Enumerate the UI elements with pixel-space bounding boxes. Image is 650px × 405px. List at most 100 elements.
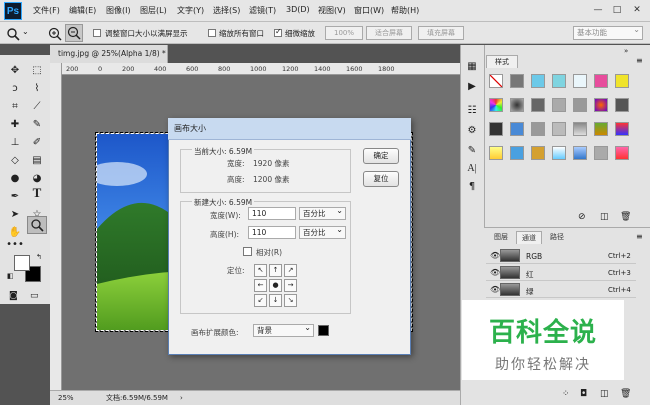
anchor-bottom[interactable]: ↓ — [269, 294, 282, 307]
style-swatch[interactable] — [573, 98, 587, 112]
paragraph-panel-icon[interactable]: ¶ — [465, 180, 479, 194]
save-selection-icon[interactable]: ◘ — [580, 389, 587, 399]
new-width-input[interactable]: 110 — [248, 207, 296, 220]
style-swatch[interactable] — [531, 98, 545, 112]
brush-tool-icon[interactable]: ✎ — [27, 116, 47, 133]
style-swatch[interactable] — [510, 98, 524, 112]
history-brush-icon[interactable]: ✐ — [27, 134, 47, 151]
style-swatch[interactable] — [552, 98, 566, 112]
style-swatch[interactable] — [531, 146, 545, 160]
foreground-color-swatch[interactable] — [14, 255, 30, 271]
width-unit-select[interactable]: 百分比 — [299, 205, 346, 220]
anchor-top-right[interactable]: ↗ — [284, 264, 297, 277]
style-swatch[interactable] — [489, 74, 503, 88]
menu-layer[interactable]: 图层(L) — [140, 5, 167, 16]
ok-button[interactable]: 确定 — [363, 148, 399, 164]
delete-style-icon[interactable]: 🗑 — [620, 212, 631, 222]
zoom-tool-icon[interactable] — [6, 27, 20, 41]
anchor-top[interactable]: ↑ — [269, 264, 282, 277]
tab-channels[interactable]: 通道 — [516, 231, 542, 244]
reset-button[interactable]: 复位 — [363, 171, 399, 187]
pen-tool-icon[interactable]: ✒ — [5, 188, 25, 205]
collapse-panel-icon[interactable]: » — [624, 47, 628, 55]
style-swatch[interactable] — [573, 146, 587, 160]
eye-icon[interactable]: 👁 — [490, 251, 500, 260]
adjustments-panel-icon[interactable]: ⚙ — [465, 124, 479, 138]
panel-menu-icon[interactable]: ≡ — [636, 56, 643, 65]
default-colors-icon[interactable]: ◧ — [7, 272, 14, 280]
gradient-tool-icon[interactable]: ▤ — [27, 152, 47, 169]
zoom-level[interactable]: 25% — [58, 391, 74, 405]
new-style-icon[interactable]: ◫ — [600, 212, 609, 222]
eyedropper-tool-icon[interactable]: ⟋ — [27, 98, 47, 115]
photoshop-logo[interactable]: Ps — [4, 2, 22, 20]
style-swatch[interactable] — [510, 122, 524, 136]
anchor-bottom-left[interactable]: ↙ — [254, 294, 267, 307]
style-swatch[interactable] — [615, 98, 629, 112]
style-swatch[interactable] — [552, 74, 566, 88]
character-panel-icon[interactable]: A| — [465, 162, 479, 176]
actions-panel-icon[interactable]: ▶ — [465, 80, 479, 94]
menu-edit[interactable]: 编辑(E) — [69, 5, 96, 16]
move-tool-icon[interactable]: ✥ — [5, 62, 25, 79]
style-swatch[interactable] — [594, 74, 608, 88]
height-unit-select[interactable]: 百分比 — [299, 224, 346, 239]
style-swatch[interactable] — [615, 122, 629, 136]
menu-type[interactable]: 文字(Y) — [177, 5, 204, 16]
zoom-all-checkbox[interactable] — [208, 29, 216, 37]
close-window-button[interactable]: ✕ — [630, 4, 644, 16]
scrubby-zoom-checkbox[interactable] — [274, 27, 282, 37]
styles-tab[interactable]: 样式 — [486, 55, 518, 68]
blur-tool-icon[interactable]: ● — [5, 170, 25, 187]
menu-help[interactable]: 帮助(H) — [391, 5, 419, 16]
properties-panel-icon[interactable]: ☷ — [465, 104, 479, 118]
marquee-tool-icon[interactable]: ⬚ — [27, 62, 47, 79]
quick-mask-icon[interactable]: ◙ — [9, 291, 18, 301]
crop-tool-icon[interactable]: ⌗ — [5, 98, 25, 115]
maximize-button[interactable]: □ — [610, 4, 624, 16]
workspace-select[interactable]: 基本功能 — [573, 24, 643, 40]
tool-preset-chevron-icon[interactable]: ⌄ — [22, 27, 29, 36]
style-swatch[interactable] — [594, 146, 608, 160]
menu-window[interactable]: 窗口(W) — [354, 5, 384, 16]
delete-channel-icon[interactable]: 🗑 — [620, 389, 631, 399]
zoom-out-button[interactable] — [65, 24, 83, 42]
eye-icon[interactable]: 👁 — [490, 268, 500, 277]
brush-panel-icon[interactable]: ✎ — [465, 144, 479, 158]
tab-layers[interactable]: 图层 — [488, 231, 514, 244]
menu-filter[interactable]: 滤镜(T) — [249, 5, 276, 16]
style-swatch[interactable] — [594, 98, 608, 112]
resize-windows-checkbox[interactable] — [93, 29, 101, 37]
history-panel-icon[interactable]: ▦ — [465, 60, 479, 74]
relative-checkbox[interactable] — [243, 247, 252, 256]
quick-select-tool-icon[interactable]: ⌇ — [27, 80, 47, 97]
style-swatch[interactable] — [510, 146, 524, 160]
tab-paths[interactable]: 路径 — [544, 231, 570, 244]
more-tools-icon[interactable]: ••• — [5, 236, 25, 253]
no-style-icon[interactable]: ⊘ — [578, 212, 586, 222]
healing-brush-icon[interactable]: ✚ — [5, 116, 25, 133]
style-swatch[interactable] — [615, 74, 629, 88]
anchor-center[interactable]: ● — [269, 279, 282, 292]
style-swatch[interactable] — [510, 74, 524, 88]
status-menu-icon[interactable]: › — [180, 391, 183, 405]
menu-select[interactable]: 选择(S) — [213, 5, 240, 16]
style-swatch[interactable] — [615, 146, 629, 160]
eraser-tool-icon[interactable]: ◇ — [5, 152, 25, 169]
lasso-tool-icon[interactable]: ↄ — [5, 80, 25, 97]
new-height-input[interactable]: 110 — [248, 226, 296, 239]
style-swatch[interactable] — [552, 146, 566, 160]
style-swatch[interactable] — [489, 146, 503, 160]
channels-menu-icon[interactable]: ≡ — [636, 232, 643, 241]
style-swatch[interactable] — [531, 74, 545, 88]
screen-mode-icon[interactable]: ▭ — [30, 291, 39, 301]
clone-stamp-icon[interactable]: ⊥ — [5, 134, 25, 151]
style-swatch[interactable] — [531, 122, 545, 136]
extension-color-select[interactable]: 背景 — [253, 322, 314, 337]
menu-view[interactable]: 视图(V) — [318, 5, 346, 16]
anchor-left[interactable]: ← — [254, 279, 267, 292]
fit-screen-button[interactable]: 适合屏幕 — [366, 26, 412, 40]
style-swatch[interactable] — [489, 122, 503, 136]
fill-screen-button[interactable]: 填充屏幕 — [418, 26, 464, 40]
swap-colors-icon[interactable]: ↰ — [36, 253, 42, 261]
